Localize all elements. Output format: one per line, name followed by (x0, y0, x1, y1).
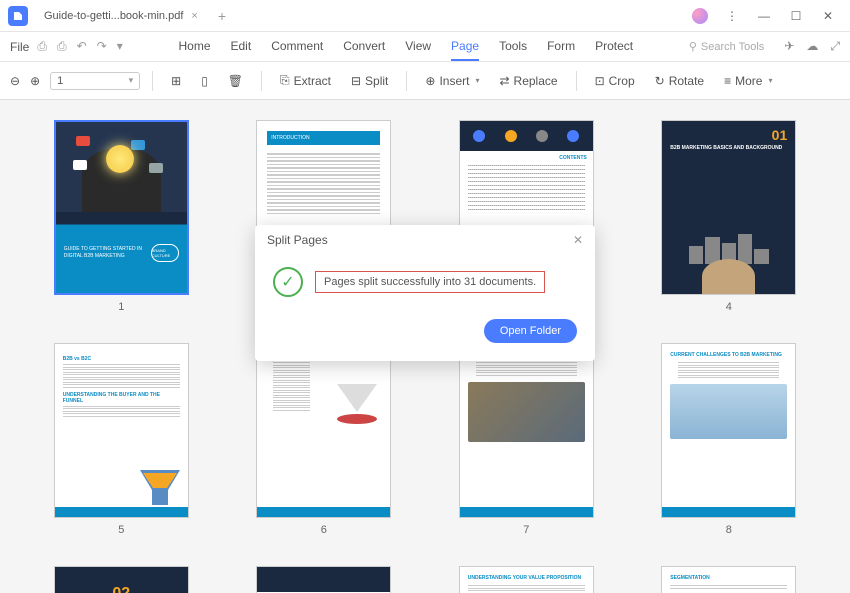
split-pages-dialog: Split Pages ✕ ✓ Pages split successfully… (255, 225, 595, 361)
thumb-heading: INTRODUCTION (267, 131, 380, 145)
thumb-heading: CONTENTS (460, 151, 593, 165)
replace-button[interactable]: ⇄ Replace (493, 70, 563, 92)
thumb-heading: B2B vs B2C (63, 356, 180, 362)
zoom-in-icon[interactable]: ⊕ (30, 74, 40, 88)
split-icon: ⊟ (351, 74, 361, 88)
dropdown-chevron-icon: ▾ (129, 75, 134, 86)
page-value: 1 (57, 75, 63, 87)
thumb-heading: SEGMENTATION (662, 567, 795, 585)
thumb-heading: UNDERSTANDING THE BUYER AND THE FUNNEL (63, 392, 180, 404)
app-icon (8, 6, 28, 26)
quick-menu-icon[interactable]: ▾ (117, 39, 123, 54)
maximize-button[interactable]: ☐ (782, 4, 810, 28)
more-button[interactable]: ≡ More ▾ (718, 70, 778, 92)
file-menu[interactable]: File (10, 40, 29, 54)
thumb-title: B2B MARKETING BASICS AND BACKGROUND (662, 143, 795, 160)
rotate-button[interactable]: ↻ Rotate (649, 70, 710, 92)
kebab-menu-icon[interactable]: ⋮ (718, 4, 746, 28)
chevron-down-icon: ▾ (768, 76, 772, 85)
thumb-logo: BRAND CULTURE (151, 244, 179, 262)
titlebar: Guide-to-getti...book-min.pdf × + ⋮ — ☐ … (0, 0, 850, 32)
page-thumbnail[interactable]: UNDERSTANDING YOUR VALUE PROPOSITION (445, 566, 608, 593)
print-icon[interactable]: ⎙ (57, 39, 67, 54)
zoom-out-icon[interactable]: ⊖ (10, 74, 20, 88)
thumb-label: 1 (118, 301, 124, 313)
dialog-close-icon[interactable]: ✕ (573, 233, 583, 247)
search-placeholder: Search Tools (701, 41, 764, 53)
crop-button[interactable]: ⊡ Crop (589, 70, 641, 92)
more-icon: ≡ (724, 74, 731, 88)
close-window-button[interactable]: ✕ (814, 4, 842, 28)
tab-close-icon[interactable]: × (191, 10, 197, 22)
page-thumbnail[interactable]: 01 B2B MARKETING BASICS AND BACKGROUND 4 (648, 120, 811, 313)
replace-icon: ⇄ (499, 74, 509, 88)
page-number-input[interactable]: 1 ▾ (50, 72, 140, 90)
redo-icon[interactable]: ↷ (97, 39, 107, 54)
menubar: File ⎙ ⎙ ↶ ↷ ▾ Home Edit Comment Convert… (0, 32, 850, 62)
extract-icon: ⎘ (280, 73, 290, 88)
page-thumbnail[interactable]: 02 PLANNING (40, 566, 203, 593)
search-icon: ⚲ (689, 40, 697, 53)
undo-icon[interactable]: ↶ (77, 39, 87, 54)
thumb-title: GUIDE TO GETTING STARTED IN DIGITAL B2B … (64, 246, 145, 259)
tab-protect[interactable]: Protect (595, 33, 633, 61)
thumb-heading: CURRENT CHALLENGES TO B2B MARKETING (670, 352, 787, 358)
insert-button[interactable]: ⊕ Insert ▾ (419, 70, 485, 92)
search-tools[interactable]: ⚲ Search Tools (689, 40, 764, 53)
thumb-number: 02 (63, 585, 180, 593)
page-thumbnail[interactable]: INTERSECTION OF SALES & MARKETING 7 (445, 343, 608, 536)
minimize-button[interactable]: — (750, 4, 778, 28)
tab-convert[interactable]: Convert (343, 33, 385, 61)
split-button[interactable]: ⊟ Split (345, 70, 394, 92)
tab-page[interactable]: Page (451, 33, 479, 61)
save-icon[interactable]: ⎙ (37, 39, 47, 54)
document-tab[interactable]: Guide-to-getti...book-min.pdf × (36, 6, 206, 26)
page-thumbnail[interactable]: SEGMENTATION (648, 566, 811, 593)
page-thumbnail[interactable]: GUIDE TO GETTING STARTED IN DIGITAL B2B … (40, 120, 203, 313)
thumb-label: 4 (726, 301, 732, 313)
thumb-label: 8 (726, 524, 732, 536)
tab-tools[interactable]: Tools (499, 33, 527, 61)
extract-button[interactable]: ⎘ Extract (274, 69, 337, 92)
thumb-label: 7 (523, 524, 529, 536)
rotate-icon: ↻ (655, 74, 665, 88)
thumb-number: 01 (662, 121, 795, 143)
page-thumbnail[interactable]: 6 (243, 343, 406, 536)
crop-icon: ⊡ (595, 74, 605, 88)
insert-icon: ⊕ (425, 74, 435, 88)
assistant-orb-icon[interactable] (692, 8, 708, 24)
page-thumbnail[interactable] (243, 566, 406, 593)
tab-edit[interactable]: Edit (231, 33, 252, 61)
cloud-icon[interactable]: ☁ (806, 39, 818, 54)
thumb-label: 6 (321, 524, 327, 536)
menu-tabs: Home Edit Comment Convert View Page Tool… (178, 33, 633, 61)
tab-home[interactable]: Home (178, 33, 210, 61)
page-layout-icon[interactable]: ▯ (195, 70, 214, 92)
dialog-title: Split Pages (267, 233, 328, 247)
page-thumbnail[interactable]: CURRENT CHALLENGES TO B2B MARKETING 8 (648, 343, 811, 536)
expand-icon[interactable]: ⤢ (830, 39, 840, 54)
delete-page-icon[interactable]: 🗑 (222, 70, 249, 92)
page-thumbnail[interactable]: B2B vs B2C UNDERSTANDING THE BUYER AND T… (40, 343, 203, 536)
tab-view[interactable]: View (405, 33, 431, 61)
box-select-icon[interactable]: ⊞ (165, 70, 187, 92)
tab-comment[interactable]: Comment (271, 33, 323, 61)
toolbar: ⊖ ⊕ 1 ▾ ⊞ ▯ 🗑 ⎘ Extract ⊟ Split ⊕ Insert… (0, 62, 850, 100)
new-tab-button[interactable]: + (218, 8, 226, 24)
dialog-message: Pages split successfully into 31 documen… (315, 271, 545, 293)
thumb-heading: UNDERSTANDING YOUR VALUE PROPOSITION (460, 567, 593, 585)
chevron-down-icon: ▾ (475, 76, 479, 85)
tab-title: Guide-to-getti...book-min.pdf (44, 10, 183, 22)
success-check-icon: ✓ (273, 267, 303, 297)
thumb-label: 5 (118, 524, 124, 536)
tab-form[interactable]: Form (547, 33, 575, 61)
open-folder-button[interactable]: Open Folder (484, 319, 577, 343)
send-icon[interactable]: ✈ (784, 39, 794, 54)
